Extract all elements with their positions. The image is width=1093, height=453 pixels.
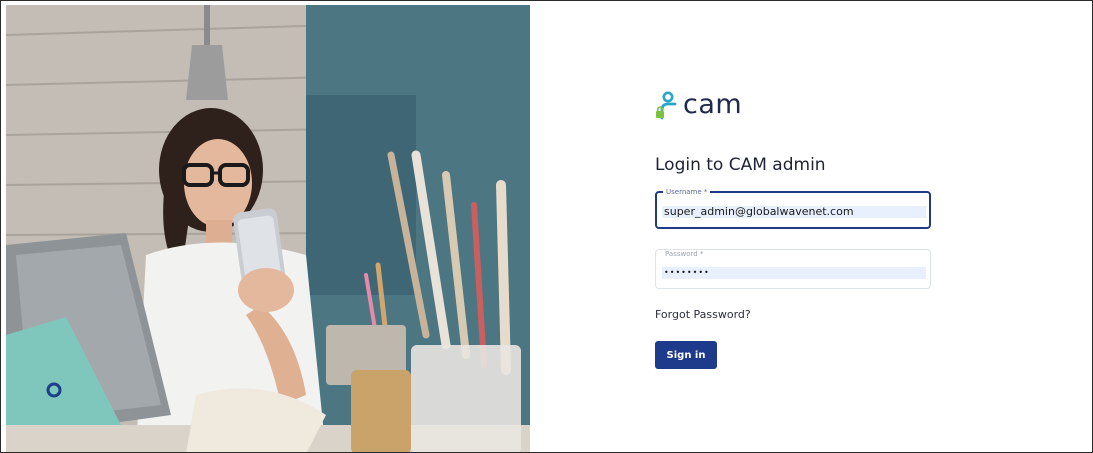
user-lock-icon bbox=[656, 91, 677, 120]
hero-illustration bbox=[6, 5, 530, 452]
page-title: Login to CAM admin bbox=[655, 155, 826, 175]
brand-logo: cam bbox=[655, 87, 935, 123]
login-page: cam Login to CAM admin Username * Passwo… bbox=[0, 0, 1093, 453]
forgot-password-link[interactable]: Forgot Password? bbox=[655, 308, 935, 322]
username-label: Username * bbox=[663, 187, 711, 197]
username-input[interactable] bbox=[662, 206, 926, 218]
password-field[interactable]: Password * bbox=[655, 249, 931, 289]
password-input[interactable] bbox=[662, 267, 926, 279]
password-label: Password * bbox=[665, 250, 704, 258]
brand-name: cam bbox=[683, 89, 743, 120]
username-field[interactable]: Username * bbox=[655, 187, 931, 229]
hero-photo bbox=[6, 5, 530, 452]
login-form: cam Login to CAM admin Username * Passwo… bbox=[655, 87, 935, 369]
sign-in-button[interactable]: Sign in bbox=[655, 341, 717, 369]
